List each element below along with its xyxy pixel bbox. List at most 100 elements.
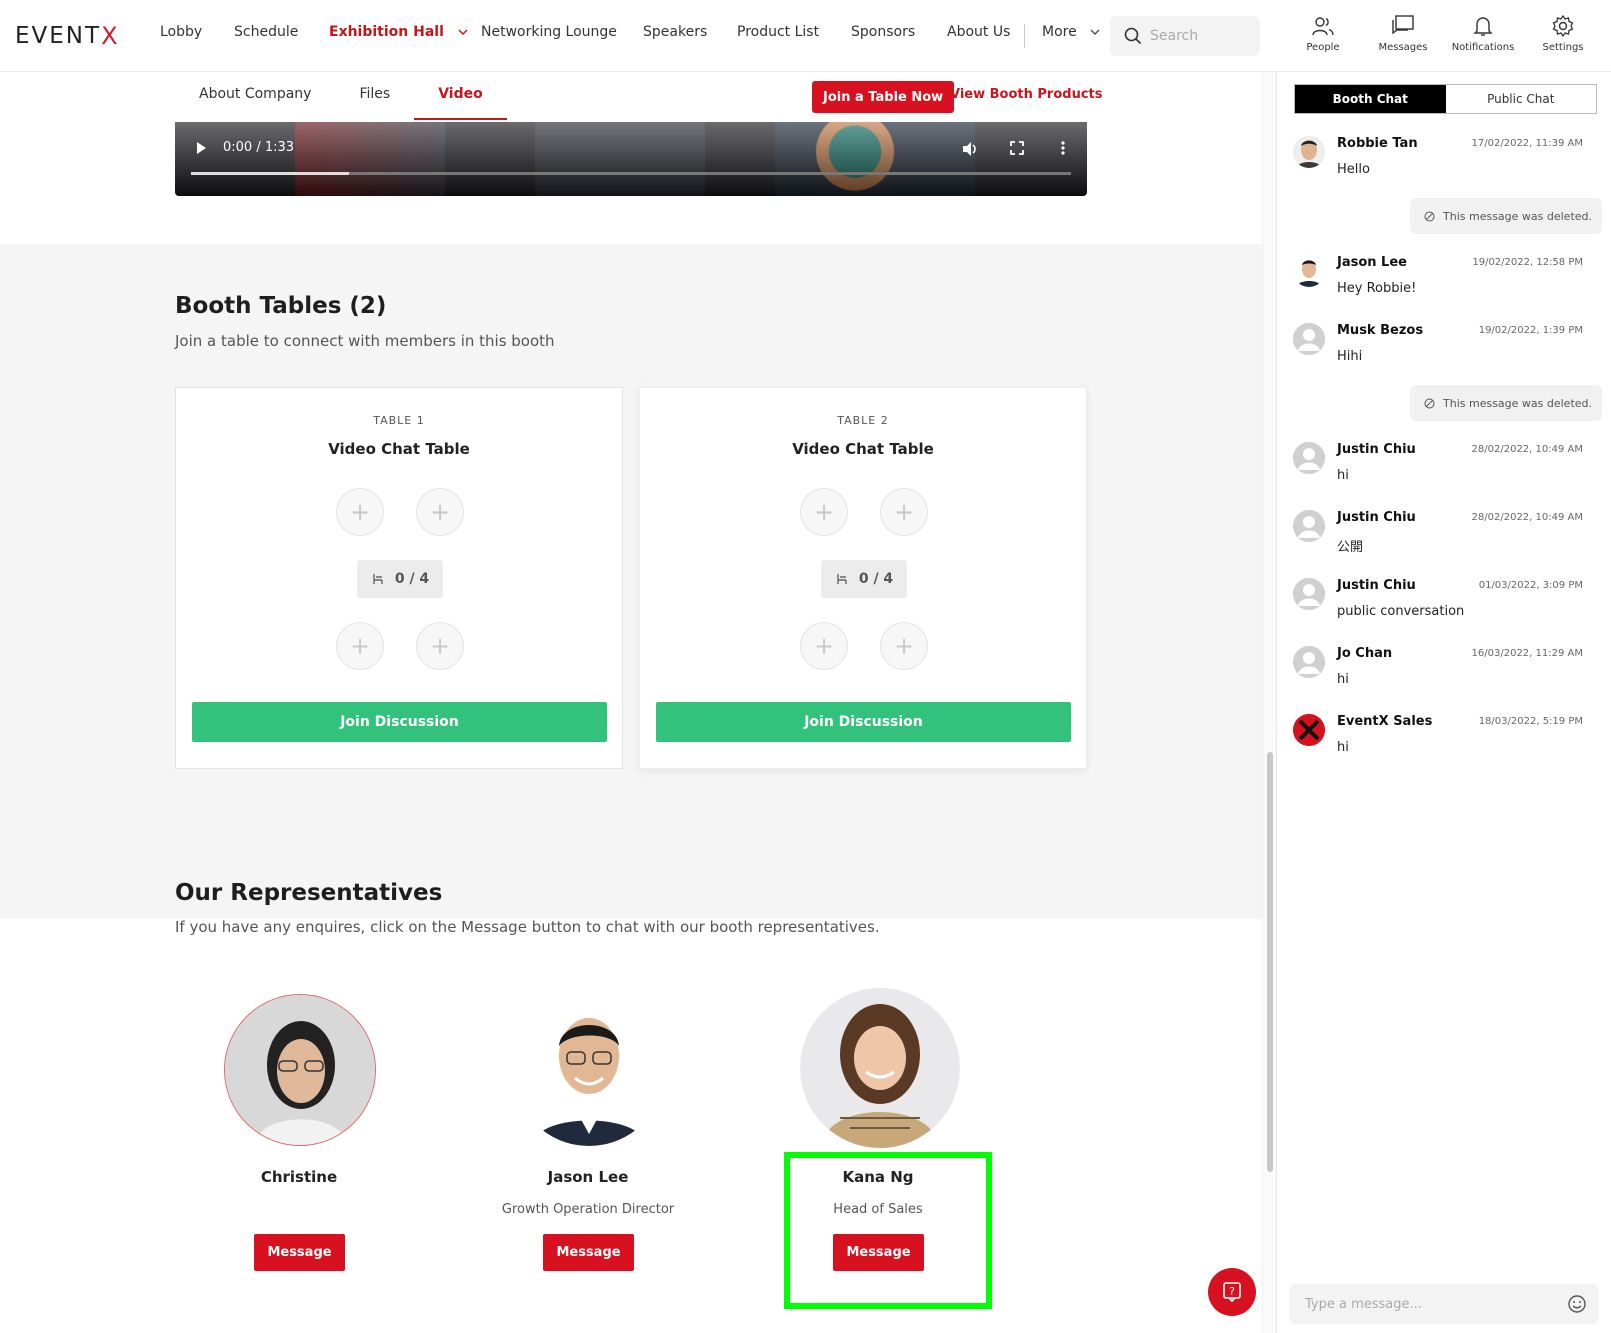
video-overlay (175, 122, 1087, 196)
capacity-value: 0 / 4 (858, 571, 894, 587)
table-name: Video Chat Table (792, 440, 934, 458)
default-avatar-icon (1293, 646, 1325, 678)
nav-more[interactable]: More (1042, 24, 1101, 40)
fullscreen-icon[interactable] (1009, 140, 1025, 156)
more-options-icon[interactable] (1055, 140, 1071, 156)
play-icon[interactable] (193, 140, 209, 156)
chat-author: Justin Chiu (1337, 578, 1416, 593)
chat-time: 18/03/2022, 5:19 PM (1478, 716, 1583, 727)
avatar (1293, 136, 1325, 168)
people-button[interactable]: People (1287, 14, 1359, 58)
nav-product-list[interactable]: Product List (737, 24, 819, 40)
chat-tabs: Booth Chat Public Chat (1294, 84, 1597, 114)
chat-text: public conversation (1337, 604, 1465, 619)
deleted-message: This message was deleted. (1410, 198, 1602, 234)
join-table-now-button[interactable]: Join a Table Now (812, 81, 955, 113)
chair-icon (837, 574, 847, 584)
nav-networking-lounge[interactable]: Networking Lounge (481, 24, 617, 40)
chat-author: Musk Bezos (1337, 323, 1424, 338)
tab-files[interactable]: Files (335, 72, 414, 120)
chat-text: Hihi (1337, 349, 1363, 364)
scrollbar[interactable] (1262, 72, 1276, 1333)
tab-booth-chat[interactable]: Booth Chat (1295, 85, 1446, 113)
representatives-title: Our Representatives (175, 880, 443, 906)
representative-name: Christine (260, 1168, 338, 1186)
top-navigation: EVENT X Lobby Schedule Exhibition Hall Ne… (0, 0, 1611, 72)
scroll-thumb[interactable] (1267, 752, 1273, 1172)
chat-input-box[interactable] (1289, 1284, 1599, 1324)
booth-tabs: About Company Files Video (175, 72, 507, 122)
deleted-message: This message was deleted. (1410, 385, 1602, 421)
table-number: TABLE 1 (373, 414, 425, 427)
seat-plus-icon[interactable]: + (336, 622, 384, 670)
help-button[interactable]: ? (1208, 1268, 1256, 1316)
search-box[interactable] (1110, 16, 1260, 56)
chevron-down-icon (1090, 29, 1100, 36)
svg-text:?: ? (1229, 1285, 1235, 1298)
representative-name: Jason Lee (547, 1168, 629, 1186)
seat-plus-icon[interactable]: + (880, 488, 928, 536)
tab-video[interactable]: Video (414, 72, 507, 120)
chat-message: EventX Sales 18/03/2022, 5:19 PM hi (1293, 714, 1583, 764)
tab-public-chat[interactable]: Public Chat (1446, 85, 1597, 113)
settings-button[interactable]: Settings (1527, 14, 1599, 58)
chat-message: Jason Lee 19/02/2022, 12:58 PM Hey Robbi… (1293, 255, 1583, 305)
chat-author: EventX Sales (1337, 714, 1433, 729)
tab-about-company[interactable]: About Company (175, 72, 335, 120)
chat-time: 19/02/2022, 1:39 PM (1478, 325, 1583, 336)
nav-sponsors[interactable]: Sponsors (851, 24, 915, 40)
seat-plus-icon[interactable]: + (800, 488, 848, 536)
chat-text: 公開 (1337, 540, 1364, 555)
search-icon (1124, 27, 1142, 45)
chat-message-input[interactable] (1305, 1296, 1555, 1312)
video-time: 0:00 / 1:33 (223, 140, 295, 155)
table-name: Video Chat Table (328, 440, 470, 458)
chat-message: Musk Bezos 19/02/2022, 1:39 PM Hihi (1293, 323, 1583, 373)
view-booth-products-link[interactable]: View Booth Products (950, 87, 1103, 102)
blocked-icon (1424, 398, 1435, 408)
video-progress-bar[interactable] (191, 172, 1071, 175)
representatives-subtitle: If you have any enquires, click on the M… (175, 918, 880, 936)
seat-plus-icon[interactable]: + (880, 622, 928, 670)
video-progress-fill (191, 172, 350, 175)
nav-about-us[interactable]: About Us (947, 24, 1010, 40)
people-label: People (1306, 42, 1340, 53)
join-discussion-button[interactable]: Join Discussion (656, 702, 1071, 742)
seat-plus-icon[interactable]: + (800, 622, 848, 670)
chat-author: Justin Chiu (1337, 510, 1416, 525)
chat-time: 19/02/2022, 12:58 PM (1472, 257, 1583, 268)
chat-text: Hello (1337, 162, 1370, 177)
chat-author: Robbie Tan (1337, 136, 1418, 151)
join-discussion-button[interactable]: Join Discussion (192, 702, 607, 742)
nav-exhibition-hall[interactable]: Exhibition Hall (329, 24, 469, 40)
nav-speakers[interactable]: Speakers (643, 24, 707, 40)
chat-text: hi (1337, 672, 1349, 687)
emoji-icon[interactable] (1567, 1294, 1587, 1314)
seat-plus-icon[interactable]: + (416, 488, 464, 536)
search-input[interactable] (1150, 28, 1250, 44)
chat-time: 01/03/2022, 3:09 PM (1478, 580, 1583, 591)
nav-more-label: More (1042, 24, 1077, 40)
seat-plus-icon[interactable]: + (336, 488, 384, 536)
help-icon: ? (1223, 1282, 1241, 1303)
video-player[interactable]: 0:00 / 1:33 (175, 122, 1087, 196)
logo-text: EVENT (15, 23, 102, 49)
chat-message: Justin Chiu 01/03/2022, 3:09 PM public c… (1293, 578, 1583, 628)
messages-button[interactable]: Messages (1367, 14, 1439, 58)
eventx-logo[interactable]: EVENT X (15, 22, 118, 50)
eventx-avatar-icon (1293, 714, 1325, 746)
main-content: About Company Files Video Join a Table N… (0, 72, 1262, 1333)
chat-text: Hey Robbie! (1337, 281, 1417, 296)
nav-lobby[interactable]: Lobby (160, 24, 202, 40)
message-button[interactable]: Message (254, 1234, 345, 1271)
volume-icon[interactable] (961, 140, 979, 158)
table-capacity: 0 / 4 (357, 560, 443, 598)
booth-tables-title: Booth Tables (2) (175, 293, 387, 319)
chat-message: Justin Chiu 28/02/2022, 10:49 AM 公開 (1293, 510, 1583, 560)
message-button[interactable]: Message (543, 1234, 634, 1271)
nav-schedule[interactable]: Schedule (234, 24, 298, 40)
seat-plus-icon[interactable]: + (416, 622, 464, 670)
notifications-button[interactable]: Notifications (1447, 14, 1519, 58)
chat-time: 16/03/2022, 11:29 AM (1471, 648, 1583, 659)
chat-message: Jo Chan 16/03/2022, 11:29 AM hi (1293, 646, 1583, 696)
